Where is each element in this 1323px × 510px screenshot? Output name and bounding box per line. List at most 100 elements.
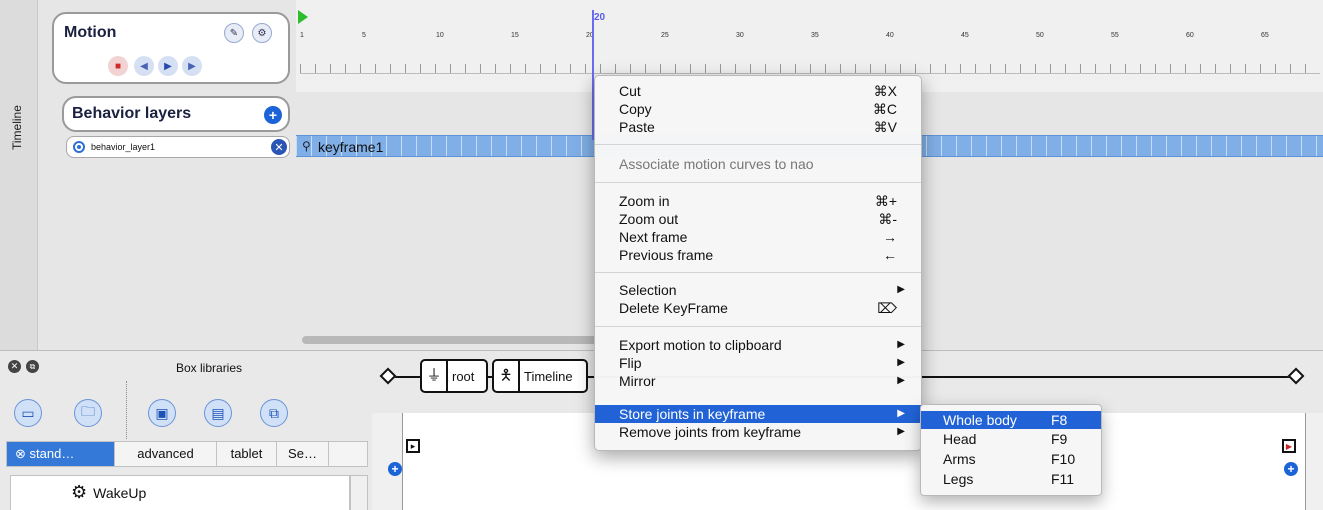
step-back-icon[interactable]: ◀ bbox=[134, 56, 154, 76]
save-icon[interactable]: ▣ bbox=[148, 399, 176, 427]
menu-item-label: Zoom out bbox=[619, 211, 679, 227]
toolbar-separator bbox=[126, 381, 127, 439]
layer-row[interactable]: behavior_layer1 ✕ bbox=[66, 136, 290, 158]
layer-name: behavior_layer1 bbox=[91, 142, 156, 152]
add-layer-button[interactable]: + bbox=[264, 106, 282, 124]
menu-item-shortcut: ⌘X bbox=[873, 83, 897, 99]
menu-item-export-motion[interactable]: Export motion to clipboard ▶ bbox=[595, 336, 921, 354]
menu-item-next-frame[interactable]: Next frame → bbox=[595, 228, 921, 246]
tab-standard[interactable]: ⊗ stand… bbox=[7, 442, 115, 466]
list-item-label: WakeUp bbox=[93, 484, 147, 501]
tab-advanced[interactable]: advanced bbox=[115, 442, 217, 466]
library-scrollbar[interactable] bbox=[350, 475, 368, 510]
step-forward-icon[interactable]: ▶ bbox=[182, 56, 202, 76]
menu-item-label: Store joints in keyframe bbox=[619, 406, 766, 422]
submenu-item-label: Legs bbox=[943, 471, 974, 487]
save-as-icon[interactable]: ▤ bbox=[204, 399, 232, 427]
menu-item-shortcut: → bbox=[883, 229, 897, 245]
tab-more[interactable]: Se… bbox=[277, 442, 329, 466]
tick-label: 35 bbox=[811, 32, 819, 39]
left-panel: Motion ✎ ⚙ ■ ◀ ▶ ▶ Behavior layers + beh… bbox=[38, 0, 296, 350]
menu-separator bbox=[595, 144, 921, 145]
box-libraries-title: Box libraries bbox=[176, 361, 243, 375]
tick-label: 1 bbox=[300, 32, 304, 39]
start-marker-icon[interactable] bbox=[298, 10, 308, 24]
submenu-item-head[interactable]: Head F9 bbox=[921, 430, 1101, 448]
tab-tablet[interactable]: tablet bbox=[217, 442, 277, 466]
submenu-item-label: Arms bbox=[943, 451, 976, 467]
ruler-ticks bbox=[300, 64, 1320, 74]
menu-item-flip[interactable]: Flip ▶ bbox=[595, 354, 921, 372]
menu-item-delete-keyframe[interactable]: Delete KeyFrame ⌦ bbox=[595, 299, 921, 317]
timeline-scrollbar[interactable] bbox=[302, 336, 602, 344]
ground-icon: ⏚ bbox=[422, 361, 448, 391]
flow-output-bar bbox=[1306, 413, 1323, 510]
submenu-item-shortcut: F10 bbox=[1051, 451, 1076, 467]
submenu-item-whole-body[interactable]: Whole body F8 bbox=[921, 411, 1101, 429]
behavior-layers-title: Behavior layers bbox=[72, 105, 192, 122]
menu-item-label: Export motion to clipboard bbox=[619, 337, 782, 353]
menu-item-label: Remove joints from keyframe bbox=[619, 424, 802, 440]
tab-standard-label: stand… bbox=[29, 446, 75, 461]
robot-icon: 🯅 bbox=[494, 361, 520, 391]
onstart-input-icon[interactable]: ▸ bbox=[406, 439, 420, 453]
menu-item-zoom-in[interactable]: Zoom in ⌘+ bbox=[595, 192, 921, 210]
menu-item-remove-joints[interactable]: Remove joints from keyframe ▶ bbox=[595, 423, 921, 441]
new-library-icon[interactable]: ▭ bbox=[14, 399, 42, 427]
menu-item-associate-curves: Associate motion curves to nao bbox=[595, 155, 921, 173]
open-folder-icon[interactable]: 🗀 bbox=[74, 399, 102, 427]
play-icon[interactable]: ▶ bbox=[158, 56, 178, 76]
add-output-icon[interactable]: + bbox=[1284, 462, 1298, 476]
menu-item-selection[interactable]: Selection ▶ bbox=[595, 281, 921, 299]
onstopped-output-icon[interactable]: ▶ bbox=[1282, 439, 1296, 453]
menu-item-copy[interactable]: Copy ⌘C bbox=[595, 100, 921, 118]
menu-item-mirror[interactable]: Mirror ▶ bbox=[595, 372, 921, 390]
menu-item-shortcut: ⌘V bbox=[873, 119, 897, 135]
submenu-item-label: Whole body bbox=[943, 412, 1017, 428]
close-icon[interactable]: ✕ bbox=[8, 360, 21, 373]
submenu-item-legs[interactable]: Legs F11 bbox=[921, 470, 1101, 488]
timeline-side-tab[interactable]: Timeline bbox=[0, 0, 38, 350]
submenu-arrow-icon: ▶ bbox=[897, 357, 905, 368]
cursor-frame-label: 20 bbox=[594, 12, 606, 23]
keyframe-name: keyframe1 bbox=[318, 139, 384, 155]
breadcrumb-timeline[interactable]: 🯅 Timeline bbox=[492, 359, 588, 393]
menu-item-shortcut: ⌘C bbox=[872, 101, 897, 117]
breadcrumb-timeline-label: Timeline bbox=[524, 368, 573, 384]
tick-label: 60 bbox=[1186, 32, 1194, 39]
menu-item-label: Paste bbox=[619, 119, 655, 135]
add-input-icon[interactable]: + bbox=[388, 462, 402, 476]
detach-icon[interactable]: ⧉ bbox=[26, 360, 39, 373]
remove-layer-icon[interactable]: ✕ bbox=[271, 139, 287, 155]
submenu-arrow-icon: ▶ bbox=[897, 339, 905, 350]
submenu-item-label: Head bbox=[943, 431, 977, 447]
library-settings-icon[interactable]: ⧉ bbox=[260, 399, 288, 427]
breadcrumb-root[interactable]: ⏚ root bbox=[420, 359, 488, 393]
motion-title: Motion bbox=[64, 24, 117, 41]
menu-item-previous-frame[interactable]: Previous frame ← bbox=[595, 246, 921, 264]
submenu-item-shortcut: F8 bbox=[1051, 412, 1068, 428]
menu-item-label: Mirror bbox=[619, 373, 656, 389]
list-item[interactable]: ⚙ WakeUp bbox=[71, 482, 146, 503]
menu-item-shortcut: ← bbox=[883, 247, 897, 263]
menu-item-shortcut: ⌘- bbox=[878, 211, 897, 227]
library-tabs: ⊗ stand… advanced tablet Se… bbox=[6, 441, 368, 467]
menu-item-store-joints[interactable]: Store joints in keyframe ▶ bbox=[595, 405, 921, 423]
breadcrumb-start-diamond bbox=[379, 367, 397, 385]
submenu-item-arms[interactable]: Arms F10 bbox=[921, 450, 1101, 468]
pencil-icon[interactable]: ✎ bbox=[224, 23, 244, 43]
timeline-side-tab-label: Timeline bbox=[10, 105, 24, 150]
wrench-icon[interactable]: ⚙ bbox=[252, 23, 272, 43]
stop-icon[interactable]: ■ bbox=[108, 56, 128, 76]
store-joints-submenu: Whole body F8 Head F9 Arms F10 Legs F11 bbox=[920, 404, 1102, 496]
menu-item-cut[interactable]: Cut ⌘X bbox=[595, 82, 921, 100]
menu-item-zoom-out[interactable]: Zoom out ⌘- bbox=[595, 210, 921, 228]
tick-label: 50 bbox=[1036, 32, 1044, 39]
menu-item-label: Selection bbox=[619, 282, 677, 298]
menu-item-paste[interactable]: Paste ⌘V bbox=[595, 118, 921, 136]
breadcrumb-root-label: root bbox=[452, 368, 475, 384]
submenu-arrow-icon: ▶ bbox=[897, 408, 905, 419]
keyframe-icon: ⚲ bbox=[302, 139, 311, 153]
layer-radio[interactable] bbox=[73, 141, 85, 153]
context-menu: Cut ⌘X Copy ⌘C Paste ⌘V Associate motion cu… bbox=[594, 75, 922, 451]
